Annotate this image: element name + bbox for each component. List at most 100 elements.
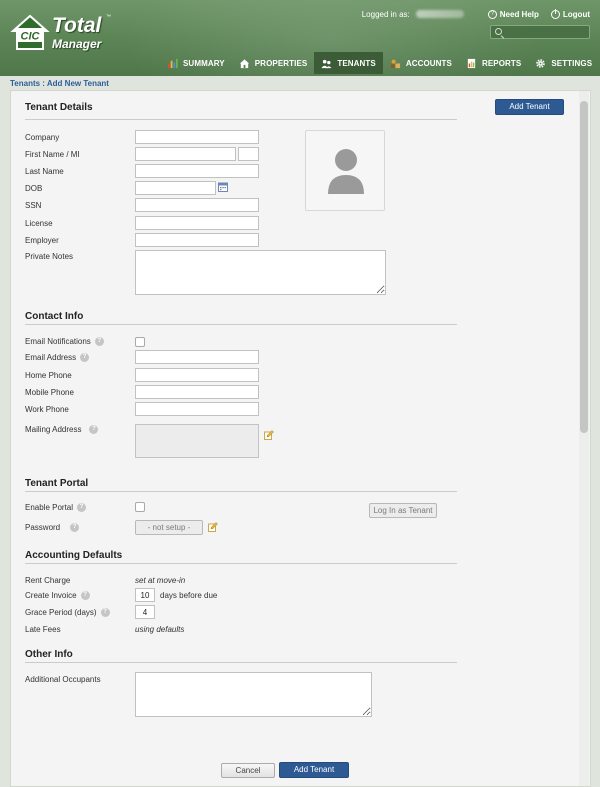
tenant-portal-divider [25, 491, 457, 492]
nav-summary[interactable]: SUMMARY [160, 52, 232, 74]
mobile-phone-label: Mobile Phone [25, 388, 74, 397]
other-info-title: Other Info [25, 649, 73, 660]
late-fees-label: Late Fees [25, 625, 61, 634]
late-fees-value: using defaults [135, 625, 185, 634]
password-setup-button[interactable]: - not setup - [135, 520, 203, 535]
app-logo[interactable]: CIC Total Manager ™ [10, 12, 111, 54]
contact-info-divider [25, 324, 457, 325]
tenant-portal-title: Tenant Portal [25, 478, 89, 489]
vertical-scrollbar[interactable] [579, 91, 589, 786]
create-invoice-label: Create Invoice? [25, 591, 90, 601]
ssn-label: SSN [25, 201, 42, 210]
private-notes-textarea[interactable] [135, 250, 386, 295]
nav-properties-label: PROPERTIES [254, 58, 308, 68]
avatar-silhouette-icon [328, 149, 364, 194]
first-name-input[interactable] [135, 147, 236, 161]
mailing-address-box[interactable] [135, 424, 259, 458]
rent-charge-value: set at move-in [135, 576, 186, 585]
additional-occupants-textarea[interactable] [135, 672, 372, 717]
nav-settings-label: SETTINGS [551, 58, 593, 68]
license-input[interactable] [135, 216, 259, 230]
edit-pencil-icon[interactable] [264, 430, 274, 440]
house-icon [239, 58, 249, 68]
bar-chart-icon [167, 58, 178, 68]
enable-portal-text: Enable Portal [25, 503, 74, 512]
employer-label: Employer [25, 236, 59, 245]
user-name-redacted [415, 10, 464, 18]
help-icon[interactable]: ? [80, 591, 90, 601]
nav-accounts-label: ACCOUNTS [405, 58, 452, 68]
password-text: Password [25, 523, 61, 532]
employer-input[interactable] [135, 233, 259, 247]
email-notifications-label: Email Notifications? [25, 337, 104, 347]
dob-input[interactable] [135, 181, 216, 195]
help-icon[interactable]: ? [77, 503, 87, 513]
enable-portal-checkbox[interactable] [135, 502, 145, 512]
mobile-phone-input[interactable] [135, 385, 259, 399]
top-user-bar: Logged in as: ? Need Help Logout [362, 7, 590, 21]
calendar-icon[interactable] [218, 182, 228, 192]
company-input[interactable] [135, 130, 259, 144]
add-tenant-top-button[interactable]: Add Tenant [495, 99, 564, 115]
grace-period-text: Grace Period (days) [25, 608, 97, 617]
nav-reports[interactable]: REPORTS [459, 52, 528, 74]
nav-tenants-label: TENANTS [337, 58, 376, 68]
logo-badge-text: CIC [21, 31, 41, 43]
tenant-details-divider [25, 119, 457, 120]
home-phone-input[interactable] [135, 368, 259, 382]
email-address-input[interactable] [135, 350, 259, 364]
breadcrumb[interactable]: Tenants : Add New Tenant [10, 79, 109, 88]
logo-total-text: Total [52, 14, 102, 37]
tenant-photo-placeholder[interactable] [305, 130, 385, 211]
help-icon[interactable]: ? [80, 353, 90, 363]
nav-tenants[interactable]: TENANTS [314, 52, 383, 74]
house-logo-icon: CIC [10, 14, 50, 50]
scrollbar-thumb[interactable] [580, 101, 588, 433]
logo-trademark: ™ [106, 14, 111, 20]
help-icon[interactable]: ? [89, 425, 99, 435]
add-tenant-bottom-button[interactable]: Add Tenant [279, 762, 349, 778]
other-info-divider [25, 662, 457, 663]
rent-charge-label: Rent Charge [25, 576, 71, 585]
cancel-button[interactable]: Cancel [221, 763, 275, 778]
middle-initial-input[interactable] [238, 147, 259, 161]
dob-label: DOB [25, 184, 43, 193]
nav-properties[interactable]: PROPERTIES [232, 52, 315, 74]
email-notifications-checkbox[interactable] [135, 337, 145, 347]
work-phone-label: Work Phone [25, 405, 69, 414]
grace-period-label: Grace Period (days)? [25, 608, 110, 618]
need-help-link[interactable]: ? Need Help [487, 9, 539, 19]
logged-in-label: Logged in as: [361, 9, 410, 19]
mailing-address-text: Mailing Address [25, 425, 82, 434]
last-name-label: Last Name [25, 167, 64, 176]
company-label: Company [25, 133, 60, 142]
logout-link[interactable]: Logout [550, 8, 590, 19]
need-help-label: Need Help [499, 9, 539, 19]
home-phone-label: Home Phone [25, 371, 72, 380]
people-icon [321, 59, 332, 68]
grace-period-input[interactable] [135, 605, 155, 619]
enable-portal-label: Enable Portal? [25, 503, 87, 513]
contact-info-title: Contact Info [25, 311, 84, 322]
logout-label: Logout [562, 9, 590, 19]
nav-settings[interactable]: SETTINGS [528, 52, 599, 74]
search-input[interactable] [490, 25, 590, 39]
edit-pencil-icon[interactable] [208, 522, 218, 532]
first-name-label: First Name / MI [25, 150, 80, 159]
ssn-input[interactable] [135, 198, 259, 212]
log-in-as-tenant-button[interactable]: Log In as Tenant [369, 503, 437, 518]
help-icon[interactable]: ? [100, 608, 110, 618]
password-label: Password? [25, 523, 80, 533]
create-invoice-text: Create Invoice [25, 591, 77, 600]
days-before-due-text: days before due [160, 591, 218, 600]
help-icon[interactable]: ? [70, 523, 80, 533]
additional-occupants-label: Additional Occupants [25, 675, 101, 684]
mailing-address-label: Mailing Address? [25, 425, 99, 435]
help-icon[interactable]: ? [94, 337, 104, 347]
tenant-details-title: Tenant Details [25, 102, 93, 113]
work-phone-input[interactable] [135, 402, 259, 416]
create-invoice-days-input[interactable] [135, 588, 155, 602]
tenant-form-panel: Tenant Details Add Tenant Company First … [10, 90, 591, 787]
last-name-input[interactable] [135, 164, 259, 178]
nav-accounts[interactable]: ACCOUNTS [383, 52, 459, 74]
